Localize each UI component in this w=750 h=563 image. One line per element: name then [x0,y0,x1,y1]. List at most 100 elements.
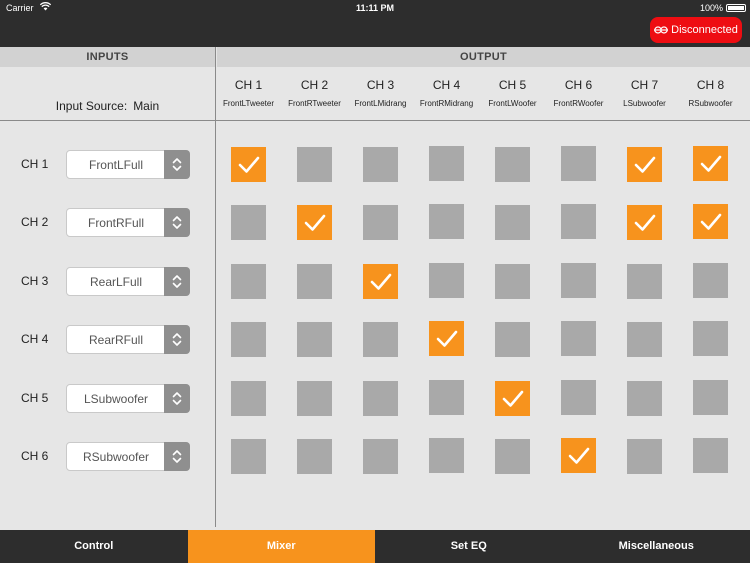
route-cell[interactable] [231,322,266,357]
select-stepper[interactable] [164,267,190,296]
route-cell[interactable] [363,381,398,416]
select-stepper[interactable] [164,442,190,471]
route-cell[interactable] [429,204,464,239]
route-cell[interactable] [363,205,398,240]
route-cell[interactable] [297,381,332,416]
route-cell-checked[interactable] [693,204,728,239]
input-source-select-value: LSubwoofer [83,392,149,406]
route-cell[interactable] [495,322,530,357]
route-cell[interactable] [693,321,728,356]
section-divider [215,47,216,527]
route-cell[interactable] [693,380,728,415]
route-cell[interactable] [627,264,662,299]
input-source: Input Source: Main [0,99,215,113]
route-cell-checked[interactable] [693,146,728,181]
route-cell[interactable] [429,438,464,473]
output-channel-name: FrontRWoofer [553,99,604,108]
output-channel-label: CH 2 [300,78,329,92]
tab-control[interactable]: Control [0,530,188,563]
route-cell[interactable] [693,263,728,298]
input-source-select[interactable]: RearLFull [66,267,190,296]
header-divider [0,120,750,121]
tab-mixer[interactable]: Mixer [187,530,375,563]
route-cell-checked[interactable] [429,321,464,356]
output-column-header: CH 2 FrontRTweeter [282,78,348,108]
input-source-select-value: RSubwoofer [82,450,150,464]
input-source-select-value: FrontLFull [88,158,144,172]
route-cell[interactable] [561,380,596,415]
route-cell[interactable] [297,264,332,299]
route-cell-checked[interactable] [363,264,398,299]
output-channel-name: RSubwoofer [688,99,733,108]
route-cell[interactable] [429,380,464,415]
status-bar: Carrier 11:11 PM 100% [0,0,750,16]
route-cell[interactable] [297,439,332,474]
battery-percent: 100% [699,3,723,13]
route-cell[interactable] [495,205,530,240]
route-cell[interactable] [231,439,266,474]
input-source-select-value: RearRFull [88,333,143,347]
output-column-header: CH 3 FrontLMidrang [348,78,414,108]
input-channel-label: CH 4 [21,332,49,346]
route-cell[interactable] [561,321,596,356]
route-cell[interactable] [561,146,596,181]
route-cell[interactable] [627,439,662,474]
output-channel-name: FrontLMidrang [354,99,407,108]
route-cell[interactable] [627,322,662,357]
input-source-value: Main [133,99,160,113]
input-channel-label: CH 6 [21,449,49,463]
output-column-header: CH 8 RSubwoofer [678,78,744,108]
select-stepper[interactable] [164,325,190,354]
output-column-header: CH 6 FrontRWoofer [546,78,612,108]
route-cell[interactable] [495,439,530,474]
input-source-select[interactable]: FrontRFull [66,208,190,237]
route-cell[interactable] [495,147,530,182]
input-source-label: Input Source: [55,99,128,113]
tab-bar: Control Mixer Set EQ Miscellaneous [0,530,750,563]
tab-miscellaneous[interactable]: Miscellaneous [563,530,750,563]
inputs-header: INPUTS [0,47,215,67]
input-source-select[interactable]: RearRFull [66,325,190,354]
connection-button[interactable]: Disconnected [650,17,742,43]
input-source-select[interactable]: RSubwoofer [66,442,190,471]
route-cell[interactable] [561,263,596,298]
route-cell[interactable] [693,438,728,473]
output-channel-label: CH 7 [630,78,659,92]
route-cell[interactable] [627,381,662,416]
select-stepper[interactable] [164,208,190,237]
route-cell[interactable] [297,147,332,182]
route-cell-checked[interactable] [627,205,662,240]
input-channel-label: CH 1 [21,157,49,171]
route-cell[interactable] [231,205,266,240]
battery-icon [726,4,746,12]
output-channel-name: FrontLTweeter [223,99,274,108]
route-cell-checked[interactable] [495,381,530,416]
output-channel-label: CH 5 [498,78,527,92]
output-channel-label: CH 1 [234,78,263,92]
route-cell[interactable] [429,263,464,298]
route-cell[interactable] [297,322,332,357]
input-source-select-value: FrontRFull [87,216,144,230]
route-cell[interactable] [231,381,266,416]
select-stepper[interactable] [164,384,190,413]
output-column-header: CH 5 FrontLWoofer [480,78,546,108]
route-cell[interactable] [561,204,596,239]
select-stepper[interactable] [164,150,190,179]
route-cell[interactable] [363,147,398,182]
route-cell[interactable] [363,322,398,357]
route-cell-checked[interactable] [627,147,662,182]
route-cell-checked[interactable] [231,147,266,182]
output-column-header: CH 1 FrontLTweeter [216,78,282,108]
route-cell[interactable] [495,264,530,299]
output-column-header: CH 7 LSubwoofer [612,78,678,108]
route-cell[interactable] [363,439,398,474]
input-channel-label: CH 5 [21,391,49,405]
route-cell-checked[interactable] [297,205,332,240]
output-channel-label: CH 3 [366,78,395,92]
input-source-select[interactable]: LSubwoofer [66,384,190,413]
tab-set-eq[interactable]: Set EQ [375,530,563,563]
route-cell-checked[interactable] [561,438,596,473]
input-source-select[interactable]: FrontLFull [66,150,190,179]
route-cell[interactable] [231,264,266,299]
route-cell[interactable] [429,146,464,181]
